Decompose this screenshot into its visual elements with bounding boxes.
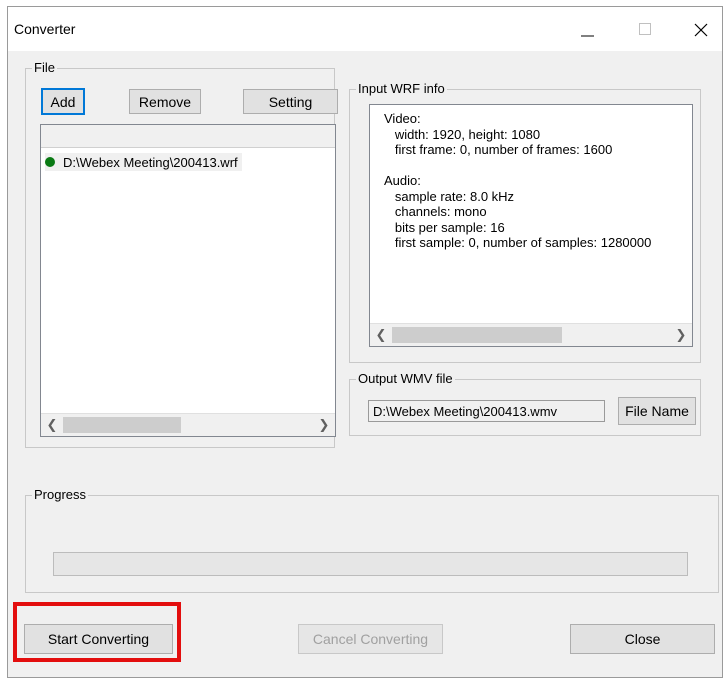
- start-converting-button[interactable]: Start Converting: [24, 624, 173, 654]
- add-button[interactable]: Add: [41, 88, 85, 115]
- scroll-left-icon[interactable]: ❮: [43, 416, 61, 434]
- setting-button[interactable]: Setting: [243, 89, 338, 114]
- output-path-field[interactable]: D:\Webex Meeting\200413.wmv: [368, 400, 605, 422]
- progress-group: Progress: [25, 487, 719, 593]
- scroll-left-icon[interactable]: ❮: [372, 326, 390, 344]
- converter-window: Converter File Add Remove Setting D:\Web…: [7, 6, 723, 678]
- list-header: [41, 125, 335, 148]
- maximize-button: [622, 7, 668, 51]
- close-button[interactable]: Close: [570, 624, 715, 654]
- title-bar[interactable]: Converter: [8, 7, 722, 51]
- minimize-button[interactable]: [563, 7, 609, 51]
- file-name: D:\Webex Meeting\200413.wrf: [63, 154, 238, 170]
- file-group-legend: File: [32, 60, 57, 76]
- remove-button[interactable]: Remove: [129, 89, 201, 114]
- list-item[interactable]: D:\Webex Meeting\200413.wrf: [45, 153, 242, 171]
- file-list[interactable]: D:\Webex Meeting\200413.wrf ❮ ❯: [40, 124, 336, 437]
- info-hscrollbar[interactable]: ❮ ❯: [370, 323, 692, 346]
- file-name-button[interactable]: File Name: [618, 397, 696, 425]
- input-info-text: Video: width: 1920, height: 1080 first f…: [384, 111, 652, 250]
- progress-bar: [53, 552, 688, 576]
- progress-legend: Progress: [32, 487, 89, 503]
- scroll-thumb[interactable]: [392, 327, 562, 343]
- scroll-right-icon[interactable]: ❯: [672, 326, 690, 344]
- output-wmv-legend: Output WMV file: [356, 371, 455, 387]
- scroll-thumb[interactable]: [63, 417, 181, 433]
- cancel-converting-button: Cancel Converting: [298, 624, 443, 654]
- input-info-box[interactable]: Video: width: 1920, height: 1080 first f…: [369, 104, 693, 347]
- scroll-right-icon[interactable]: ❯: [315, 416, 333, 434]
- file-list-hscrollbar[interactable]: ❮ ❯: [41, 413, 335, 436]
- input-info-legend: Input WRF info: [356, 81, 447, 97]
- status-dot-icon: [45, 157, 55, 167]
- maximize-icon: [639, 23, 651, 35]
- close-icon: [694, 23, 708, 37]
- window-title: Converter: [14, 21, 76, 37]
- close-window-button[interactable]: [678, 7, 724, 51]
- minimize-icon: [581, 35, 594, 37]
